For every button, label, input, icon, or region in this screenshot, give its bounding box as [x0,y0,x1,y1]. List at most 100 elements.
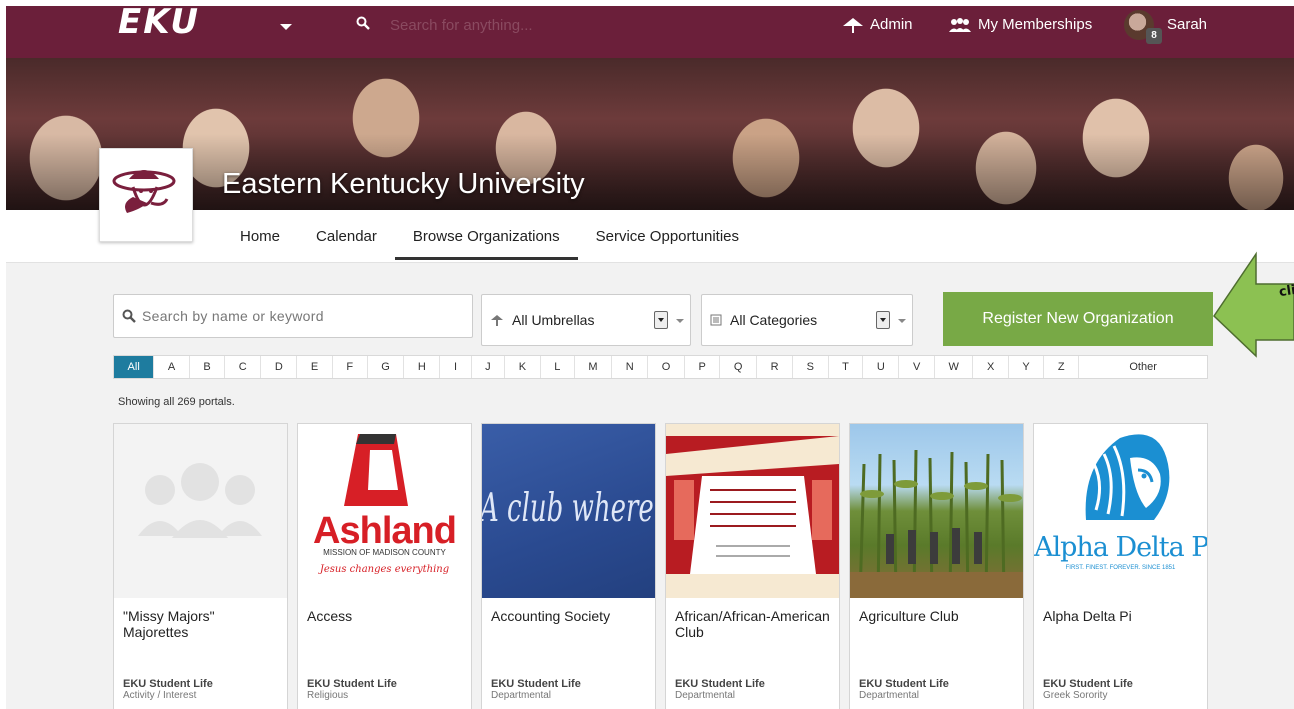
org-card-umbrella: EKU Student Life [859,678,949,690]
umbrella-dropdown-button[interactable] [654,311,668,329]
org-card-image-text: A club where everyone coun [482,486,655,532]
org-card-name[interactable]: "Missy Majors" Majorettes [123,608,283,640]
org-card-name[interactable]: African/African-American Club [675,608,835,640]
org-card-umbrella: EKU Student Life [491,678,581,690]
user-menu[interactable]: Sarah [1167,16,1207,33]
org-card[interactable]: Ashland MISSION OF MADISON COUNTY Jesus … [297,423,472,709]
letter-filter-b[interactable]: B [190,356,226,378]
letter-filter-f[interactable]: F [333,356,368,378]
search-icon [122,309,136,323]
chevron-down-icon [898,319,906,323]
org-card-image [850,424,1023,598]
letter-filter-y[interactable]: Y [1009,356,1045,378]
letter-filter-g[interactable]: G [368,356,405,378]
callout-arrow-icon [1213,251,1294,358]
lion-logo-icon [1085,434,1170,520]
letter-filter-d[interactable]: D [261,356,298,378]
org-card-image: Alpha Delta Pi FIRST. FINEST. FOREVER. S… [1034,424,1207,598]
chevron-down-icon[interactable] [280,24,292,30]
letter-filter-q[interactable]: Q [720,356,758,378]
org-card-image [666,424,839,598]
letter-filter-p[interactable]: P [685,356,721,378]
org-card[interactable]: A club where everyone coun Accounting So… [481,423,656,709]
letter-filter-u[interactable]: U [863,356,900,378]
register-new-organization-button[interactable]: Register New Organization [943,292,1213,346]
letter-filter-all[interactable]: All [114,356,155,378]
university-logo [99,148,193,242]
ashland-logo-subtitle: MISSION OF MADISON COUNTY [323,548,446,557]
letter-filter-other[interactable]: Other [1079,356,1207,378]
letter-filter-o[interactable]: O [648,356,685,378]
admin-label: Admin [870,16,913,33]
callout-text: cli [1278,282,1294,301]
org-card-category: Religious [307,690,349,701]
org-card-category: Departmental [859,690,920,701]
org-card[interactable]: Alpha Delta Pi FIRST. FINEST. FOREVER. S… [1033,423,1208,709]
letter-filter-c[interactable]: C [225,356,262,378]
eku-logo[interactable]: EKU [118,2,200,42]
umbrella-icon [491,315,503,326]
org-card-umbrella: EKU Student Life [675,678,765,690]
search-icon [356,16,370,30]
org-card[interactable]: Agriculture Club EKU Student Life Depart… [849,423,1024,709]
my-memberships-label: My Memberships [978,16,1093,33]
tab-calendar[interactable]: Calendar [298,220,395,260]
org-card-category: Departmental [491,690,552,701]
umbrella-select[interactable]: All Umbrellas [481,294,691,346]
keyword-search-box[interactable] [113,294,473,338]
global-search-input[interactable] [390,12,750,38]
letter-filter-t[interactable]: T [829,356,864,378]
letter-filter-m[interactable]: M [575,356,613,378]
colonel-mascot-icon [112,170,176,213]
letter-filter-j[interactable]: J [472,356,506,378]
admin-link[interactable]: Admin [842,16,913,33]
category-select-value: All Categories [730,312,818,328]
letter-filter-z[interactable]: Z [1044,356,1080,378]
alphabet-filter: All A B C D E F G H I J K L M N O P Q R S T U V W X Y Z Other [113,355,1208,379]
org-card-category: Greek Sorority [1043,690,1108,701]
chevron-down-icon [676,319,684,323]
tab-browse-organizations[interactable]: Browse Organizations [394,220,578,260]
org-card-umbrella: EKU Student Life [307,678,397,690]
org-card[interactable]: "Missy Majors" Majorettes EKU Student Li… [113,423,288,709]
tab-home[interactable]: Home [222,220,298,260]
users-icon [949,17,971,32]
letter-filter-r[interactable]: R [757,356,794,378]
letter-filter-a[interactable]: A [154,356,190,378]
letter-filter-h[interactable]: H [404,356,441,378]
org-card-name[interactable]: Alpha Delta Pi [1043,608,1203,624]
user-name: Sarah [1167,16,1208,33]
ashland-logo-tagline: Jesus changes everything [319,564,450,575]
ashland-logo-mark [344,434,408,506]
org-card-name[interactable]: Accounting Society [491,608,651,624]
my-memberships-link[interactable]: My Memberships [948,16,1092,33]
org-card[interactable]: African/African-American Club EKU Studen… [665,423,840,709]
cornfield-photo [850,449,1023,598]
letter-filter-s[interactable]: S [793,356,829,378]
umbrella-icon [843,17,863,33]
org-card-image [114,424,287,598]
org-card-image: A club where everyone coun [482,424,655,598]
org-card-umbrella: EKU Student Life [1043,678,1133,690]
alpha-delta-pi-logo-tagline: FIRST. FINEST. FOREVER. SINCE 1851 [1065,565,1176,571]
letter-filter-w[interactable]: W [935,356,974,378]
org-card-category: Activity / Interest [123,690,197,701]
category-select[interactable]: All Categories [701,294,913,346]
letter-filter-k[interactable]: K [505,356,541,378]
tab-service-opportunities[interactable]: Service Opportunities [578,220,757,260]
letter-filter-l[interactable]: L [541,356,575,378]
category-dropdown-button[interactable] [876,311,890,329]
event-flyer-graphic [666,424,839,598]
letter-filter-i[interactable]: I [440,356,472,378]
letter-filter-v[interactable]: V [899,356,935,378]
org-card-umbrella: EKU Student Life [123,678,213,690]
letter-filter-x[interactable]: X [973,356,1009,378]
letter-filter-n[interactable]: N [612,356,649,378]
org-card-category: Departmental [675,690,736,701]
notification-badge[interactable]: 8 [1146,28,1162,44]
letter-filter-e[interactable]: E [297,356,333,378]
ashland-logo-text: Ashland [313,510,457,552]
keyword-search-input[interactable] [142,308,462,324]
org-card-name[interactable]: Access [307,608,467,624]
org-card-name[interactable]: Agriculture Club [859,608,1019,624]
